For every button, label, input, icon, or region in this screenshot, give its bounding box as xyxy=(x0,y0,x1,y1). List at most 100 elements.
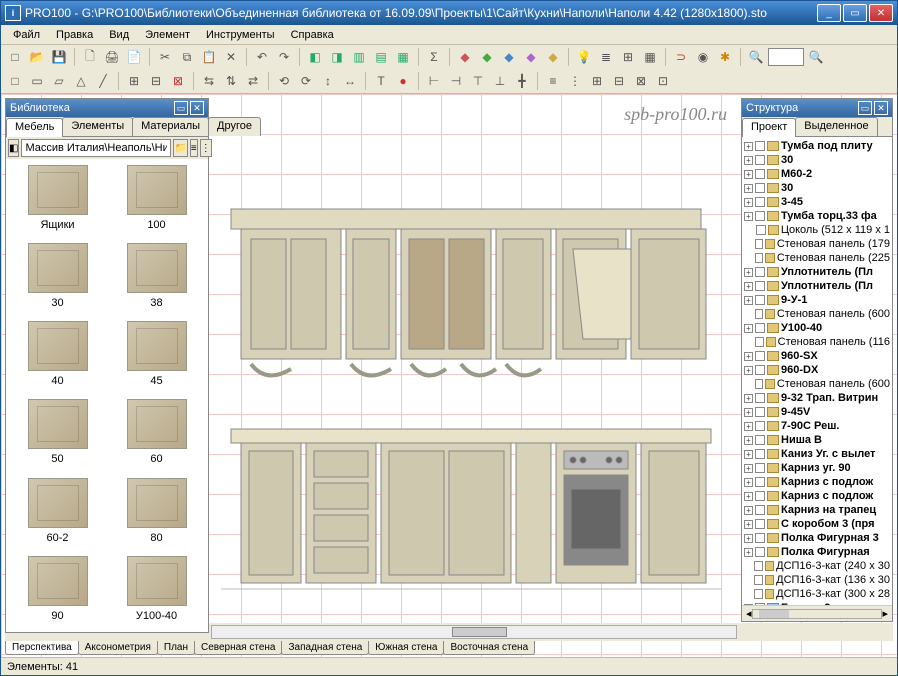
tree-toggle-icon[interactable]: + xyxy=(744,436,753,445)
view-tab-0[interactable]: Перспектива xyxy=(5,641,79,655)
tree-checkbox[interactable] xyxy=(755,407,765,417)
tree-row[interactable]: +У100-40 xyxy=(744,321,890,335)
tree-row[interactable]: +Уплотнитель (Пл xyxy=(744,265,890,279)
tree-checkbox[interactable] xyxy=(755,253,763,263)
tree-toggle-icon[interactable]: + xyxy=(744,142,753,151)
library-close-icon[interactable]: ✕ xyxy=(190,101,204,115)
tree-checkbox[interactable] xyxy=(754,589,762,599)
tree-checkbox[interactable] xyxy=(755,197,765,207)
maximize-button[interactable]: ▭ xyxy=(843,4,867,22)
tool5-icon[interactable]: ◆ xyxy=(543,47,563,67)
structure-tree[interactable]: +Тумба под плиту+30+М60-2+30+3-45+Тумба … xyxy=(742,137,892,605)
view-tab-1[interactable]: Аксонометрия xyxy=(78,641,158,655)
al1-icon[interactable]: ⊢ xyxy=(424,71,444,91)
view4-icon[interactable]: ▤ xyxy=(371,47,391,67)
tree-row[interactable]: +Уплотнитель (Пл xyxy=(744,279,890,293)
tree-row[interactable]: ДСП16-3-кат (240 x 30 xyxy=(744,559,890,573)
tree-toggle-icon[interactable]: + xyxy=(744,464,753,473)
tree-row[interactable]: Стеновая панель (600 xyxy=(744,307,890,321)
tree-row[interactable]: +Каниз Уг. с вылет xyxy=(744,447,890,461)
dist5-icon[interactable]: ⊠ xyxy=(631,71,651,91)
tree-checkbox[interactable] xyxy=(755,393,765,403)
tree-checkbox[interactable] xyxy=(755,211,765,221)
rot1-icon[interactable]: ⟲ xyxy=(274,71,294,91)
tree-row[interactable]: +9-45V xyxy=(744,405,890,419)
print-preview-icon[interactable]: 🗋 xyxy=(80,47,100,67)
tree-checkbox[interactable] xyxy=(756,225,765,235)
menu-Правка[interactable]: Правка xyxy=(48,27,101,43)
lib-iconview-icon[interactable]: ≡ xyxy=(190,139,198,157)
tree-checkbox[interactable] xyxy=(754,561,762,571)
library-icon[interactable]: ◧ xyxy=(8,139,19,157)
view1-icon[interactable]: ◧ xyxy=(305,47,325,67)
mirror-v-icon[interactable]: ⇅ xyxy=(221,71,241,91)
mirror3-icon[interactable]: ⇄ xyxy=(243,71,263,91)
dist6-icon[interactable]: ⊡ xyxy=(653,71,673,91)
structure-hscroll[interactable]: ◂▸ xyxy=(742,605,892,621)
library-path-input[interactable] xyxy=(21,139,171,157)
tree-checkbox[interactable] xyxy=(755,421,765,431)
layers-icon[interactable]: ≣ xyxy=(596,47,616,67)
tree-checkbox[interactable] xyxy=(755,141,765,151)
zoom-input[interactable] xyxy=(768,48,804,66)
menu-Файл[interactable]: Файл xyxy=(5,27,48,43)
library-tab-Материалы[interactable]: Материалы xyxy=(132,117,209,136)
tree-row[interactable]: Стеновая панель (179 xyxy=(744,237,890,251)
tree-toggle-icon[interactable]: + xyxy=(744,534,753,543)
tree-checkbox[interactable] xyxy=(755,183,765,193)
tree-toggle-icon[interactable]: + xyxy=(744,198,753,207)
group-icon[interactable]: ⊞ xyxy=(124,71,144,91)
undo-icon[interactable]: ↶ xyxy=(252,47,272,67)
view-tab-3[interactable]: Северная стена xyxy=(194,641,283,655)
tree-checkbox[interactable] xyxy=(755,519,765,529)
library-pin-icon[interactable]: ▭ xyxy=(174,101,188,115)
tree-checkbox[interactable] xyxy=(755,463,765,473)
tree-checkbox[interactable] xyxy=(755,379,763,389)
save-icon[interactable]: 💾 xyxy=(49,47,69,67)
tree-checkbox[interactable] xyxy=(755,547,765,557)
tree-checkbox[interactable] xyxy=(755,435,765,445)
sphere-icon[interactable]: ● xyxy=(393,71,413,91)
close-button[interactable]: ✕ xyxy=(869,4,893,22)
open-icon[interactable]: 📂 xyxy=(27,47,47,67)
tree-checkbox[interactable] xyxy=(755,323,765,333)
dist2-icon[interactable]: ⋮ xyxy=(565,71,585,91)
rot4-icon[interactable]: ↔ xyxy=(340,71,360,91)
library-item[interactable]: 38 xyxy=(109,241,204,315)
tree-toggle-icon[interactable]: + xyxy=(744,212,753,221)
mirror-h-icon[interactable]: ⇆ xyxy=(199,71,219,91)
tool2-icon[interactable]: ◆ xyxy=(477,47,497,67)
tree-row[interactable]: Стеновая панель (600 xyxy=(744,377,890,391)
view-tab-2[interactable]: План xyxy=(157,641,195,655)
library-header[interactable]: Библиотека ▭ ✕ xyxy=(6,99,208,117)
tree-toggle-icon[interactable]: + xyxy=(744,156,753,165)
tree-checkbox[interactable] xyxy=(755,169,765,179)
library-item[interactable]: 60-2 xyxy=(10,476,105,550)
rot2-icon[interactable]: ⟳ xyxy=(296,71,316,91)
delete-icon[interactable]: ✕ xyxy=(221,47,241,67)
zoom2-icon[interactable]: 🔍 xyxy=(806,47,826,67)
copy-icon[interactable]: ⧉ xyxy=(177,47,197,67)
tree-toggle-icon[interactable]: + xyxy=(744,268,753,277)
tree-checkbox[interactable] xyxy=(755,505,765,515)
new-icon[interactable]: □ xyxy=(5,47,25,67)
cut-icon[interactable]: ✂ xyxy=(155,47,175,67)
tree-row[interactable]: +9-32 Трап. Витрин xyxy=(744,391,890,405)
add-icon[interactable]: ▭ xyxy=(27,71,47,91)
tree-row[interactable]: +960-DX xyxy=(744,363,890,377)
view3-icon[interactable]: ▥ xyxy=(349,47,369,67)
al4-icon[interactable]: ⊥ xyxy=(490,71,510,91)
magnet-icon[interactable]: ⊃ xyxy=(671,47,691,67)
grid-toggle-icon[interactable]: ▦ xyxy=(640,47,660,67)
tree-toggle-icon[interactable]: + xyxy=(744,422,753,431)
light-icon[interactable]: 💡 xyxy=(574,47,594,67)
tree-checkbox[interactable] xyxy=(754,575,762,585)
group2-icon[interactable]: ⊟ xyxy=(146,71,166,91)
tree-checkbox[interactable] xyxy=(755,337,764,347)
tree-toggle-icon[interactable]: + xyxy=(744,324,753,333)
tree-row[interactable]: +7-90C Реш. xyxy=(744,419,890,433)
tool4-icon[interactable]: ◆ xyxy=(521,47,541,67)
dist3-icon[interactable]: ⊞ xyxy=(587,71,607,91)
report-icon[interactable]: 📄 xyxy=(124,47,144,67)
add2-icon[interactable]: ▱ xyxy=(49,71,69,91)
